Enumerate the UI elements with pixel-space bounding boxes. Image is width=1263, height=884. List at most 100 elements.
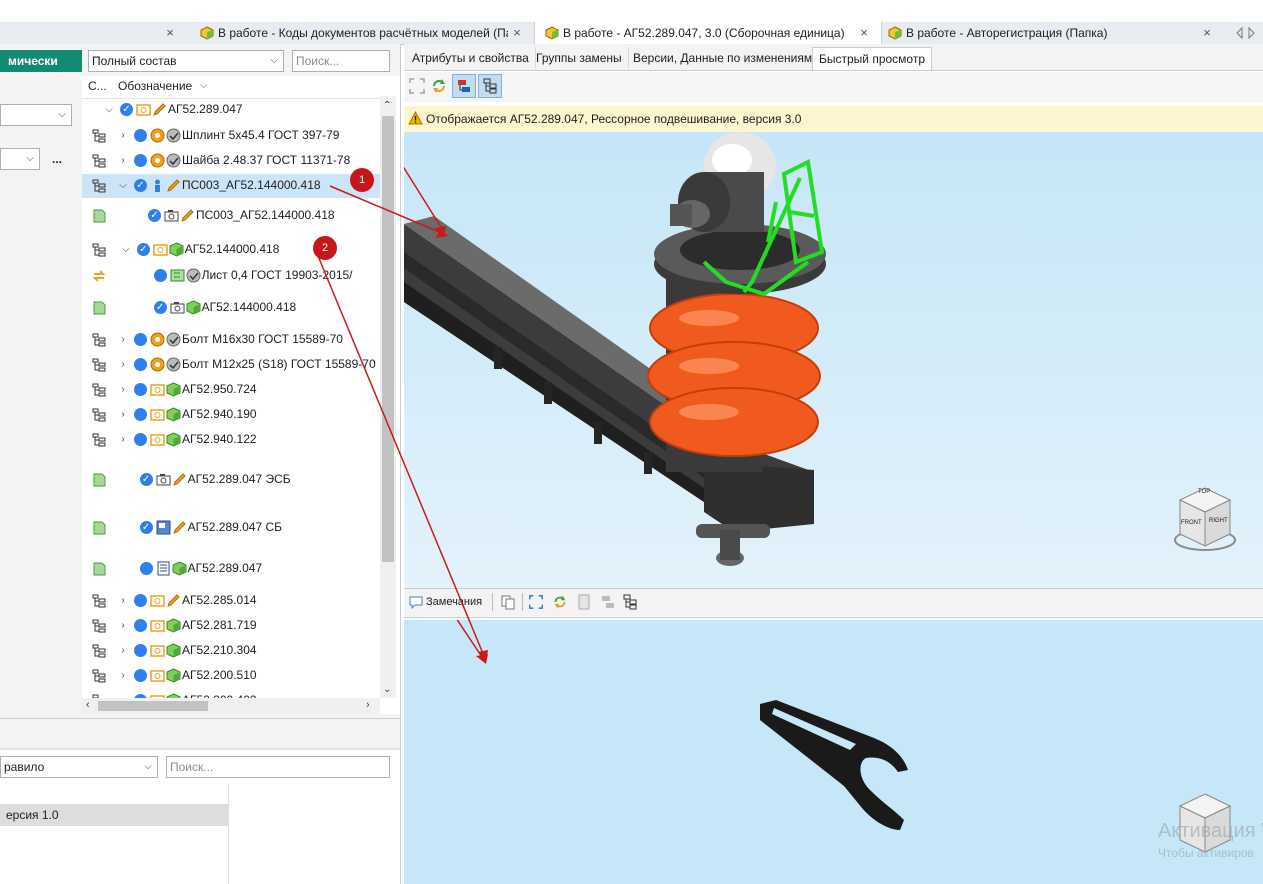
scroll-down-icon[interactable]: ⌄ (383, 684, 391, 695)
structure-view-icon[interactable] (456, 78, 472, 94)
expand-icon[interactable]: › (118, 620, 128, 632)
remarks-button[interactable]: Замечания (426, 596, 482, 608)
tree-row[interactable]: › АГ52.950.724 (82, 378, 382, 402)
tree-row-label: АГ52.144000.418 (201, 300, 297, 314)
part-cube-icon (166, 668, 181, 683)
rule-select[interactable]: равило ⌵ (0, 756, 158, 778)
tab-replacement-groups[interactable]: Группы замены (530, 47, 629, 69)
collapse-icon[interactable]: ⌵ (104, 104, 114, 116)
more-button[interactable]: ... (52, 152, 62, 166)
structure-icon (92, 179, 106, 193)
rule-select-value: равило (4, 760, 45, 774)
tree-row[interactable]: АГ52.289.047 (82, 557, 382, 581)
composition-select[interactable]: Полный состав ⌵ (88, 50, 284, 72)
tree-row-label: АГ52.289.047 (168, 102, 243, 116)
scroll-up-icon[interactable]: ⌃ (383, 100, 391, 111)
expand-icon[interactable]: › (118, 384, 128, 396)
scroll-right-icon[interactable]: › (366, 699, 370, 711)
collapse-icon[interactable]: ⌵ (118, 180, 128, 192)
collapse-icon[interactable]: ⌵ (121, 244, 131, 256)
scrollbar-thumb[interactable] (382, 116, 394, 562)
part-viewer[interactable]: Активация W Чтобы активиров (404, 620, 1263, 884)
tree-row[interactable]: › АГ52.200.510 (82, 664, 382, 688)
tab-scroll-icon[interactable] (1234, 26, 1260, 40)
expand-icon[interactable]: › (118, 155, 128, 167)
tab-codes-folder[interactable]: В работе - Коды документов расчётных мод… (190, 22, 532, 44)
tree-row[interactable]: ⌵ ✓ АГ52.144000.418 (82, 238, 382, 262)
column-designation[interactable]: Обозначение (118, 76, 192, 96)
tab-scroll-arrows[interactable] (1234, 26, 1260, 40)
tab-prev-fragment[interactable]: × (0, 22, 190, 44)
expand-icon[interactable]: › (118, 670, 128, 682)
structure-icon (92, 644, 106, 658)
bracket-3d-model[interactable] (404, 620, 1263, 884)
tree-row[interactable]: › Шайба 2.48.37 ГОСТ 11371-78 (82, 149, 382, 173)
copy-icon[interactable] (500, 594, 516, 610)
document-icon[interactable] (576, 594, 592, 610)
tree-row-label: ПС003_АГ52.144000.418 (196, 208, 335, 222)
document-icon (93, 562, 106, 576)
toggle-button-active[interactable] (452, 74, 476, 98)
tree-row-label: АГ52.200.510 (182, 668, 257, 682)
tree-row[interactable]: ✓ АГ52.289.047 СБ (82, 516, 382, 540)
part-cube-icon (166, 643, 181, 658)
filter-select[interactable]: ⌵ (0, 104, 72, 126)
tree-row[interactable]: › Болт М16х30 ГОСТ 15589-70 (82, 328, 382, 352)
expand-icon[interactable]: › (118, 434, 128, 446)
expand-icon[interactable]: › (118, 645, 128, 657)
tree-row[interactable]: ✓ АГ52.289.047 ЭСБ (82, 468, 382, 492)
close-icon[interactable]: × (1200, 22, 1214, 44)
expand-icon[interactable]: › (118, 130, 128, 142)
comment-icon[interactable] (408, 595, 424, 609)
tree-row[interactable]: › АГ52.940.122 (82, 428, 382, 452)
tab-attributes[interactable]: Атрибуты и свойства (406, 47, 536, 69)
tab-versions[interactable]: Версии, Данные по изменениям (627, 47, 820, 69)
tab-assembly-active[interactable]: В работе - АГ52.289.047, 3.0 (Сборочная … (534, 22, 882, 45)
mode-button[interactable]: мически (0, 50, 82, 72)
column-state[interactable]: С... (88, 76, 107, 96)
tree-row[interactable]: ⌵ ✓ ПС003_АГ52.144000.418 (82, 174, 382, 198)
rule-search-input[interactable]: Поиск... (166, 756, 390, 778)
expand-icon[interactable]: › (118, 409, 128, 421)
fit-view-icon[interactable] (408, 77, 426, 95)
tree-row[interactable]: ✓ ПС003_АГ52.144000.418 (82, 204, 382, 228)
refresh-icon[interactable] (430, 77, 448, 95)
structure-view-icon[interactable] (600, 594, 616, 610)
close-icon[interactable]: × (163, 22, 177, 44)
tree-view-icon[interactable] (622, 594, 638, 610)
camera-icon (164, 210, 179, 222)
status-dot-icon (134, 619, 147, 633)
assembly-cube-icon (200, 26, 214, 40)
fit-view-icon[interactable] (528, 594, 544, 610)
tab-autoregistration[interactable]: В работе - Авторегистрация (Папка) × (882, 22, 1227, 44)
filter-select-2[interactable]: ⌵ (0, 148, 40, 170)
expand-icon[interactable]: › (118, 359, 128, 371)
tree-row[interactable]: › Болт М12х25 (S18) ГОСТ 15589-70 (82, 353, 382, 377)
assembly-3d-model[interactable] (404, 132, 1263, 588)
tree-row[interactable]: ✓ АГ52.144000.418 (82, 296, 382, 320)
tab-quick-view[interactable]: Быстрый просмотр (812, 47, 933, 70)
close-icon[interactable]: × (510, 22, 524, 44)
toggle-button-active[interactable] (478, 74, 502, 98)
close-icon[interactable]: × (857, 22, 871, 44)
sort-icon[interactable]: ⌵ (200, 76, 208, 96)
scroll-left-icon[interactable]: ‹ (86, 699, 90, 711)
search-input[interactable]: Поиск... (292, 50, 390, 72)
tree-row[interactable]: › АГ52.281.719 (82, 614, 382, 638)
tree-view-icon[interactable] (482, 78, 498, 94)
tree-row[interactable]: › Шплинт 5х45.4 ГОСТ 397-79 (82, 124, 382, 148)
tree-row[interactable]: › АГ52.285.014 (82, 589, 382, 613)
tree-row[interactable]: Лист 0,4 ГОСТ 19903-2015/ (82, 264, 382, 288)
expand-icon[interactable]: › (118, 334, 128, 346)
scrollbar-thumb[interactable] (98, 701, 208, 711)
structure-icon (92, 129, 106, 143)
standard-part-icon (166, 332, 181, 347)
tree-row[interactable]: › АГ52.940.190 (82, 403, 382, 427)
version-item[interactable]: ерсия 1.0 (0, 804, 228, 826)
refresh-icon[interactable] (552, 594, 568, 610)
model-viewer[interactable]: TOP FRONT RIGHT (404, 132, 1263, 588)
status-dot-icon (134, 154, 147, 168)
expand-icon[interactable]: › (118, 595, 128, 607)
tree-row[interactable]: ⌵ ✓ АГ52.289.047 (82, 98, 382, 122)
tree-row[interactable]: › АГ52.210.304 (82, 639, 382, 663)
